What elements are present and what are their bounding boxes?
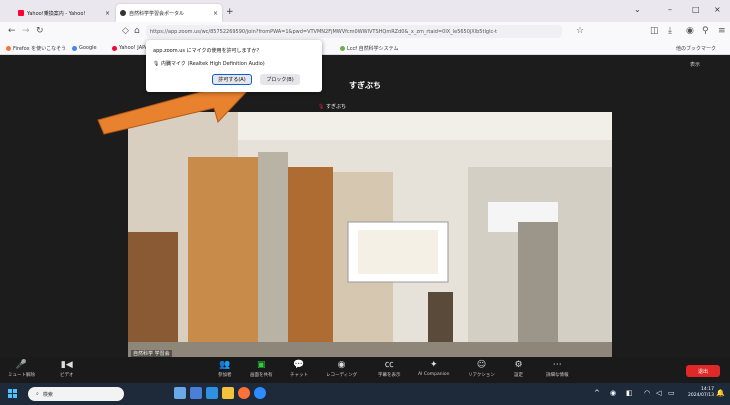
new-tab-icon[interactable]: + [226, 7, 234, 17]
record-button[interactable]: ◉ レコーディング [326, 359, 357, 378]
zoom-app-icon[interactable] [254, 387, 266, 399]
mic-icon: 🎙 [153, 61, 160, 67]
reactions-button[interactable]: ☺ リアクション [468, 359, 495, 378]
caption-button[interactable]: ㏄字幕を表示 [378, 359, 401, 378]
share-button[interactable]: ▣ 画面を共有 [250, 359, 273, 378]
other-bookmarks[interactable]: 他のブックマーク [676, 45, 716, 52]
close-icon[interactable]: × [102, 10, 110, 17]
close-icon[interactable]: × [210, 10, 218, 17]
apps-icon: ⚙ [514, 360, 523, 370]
widgets-icon[interactable] [174, 387, 186, 399]
reload-icon[interactable]: ↻ [36, 26, 44, 36]
close-window-icon[interactable]: × [714, 5, 721, 14]
maximize-icon[interactable]: □ [692, 5, 700, 14]
zoom-tray-icon[interactable]: ◉ [610, 389, 616, 397]
bookmarks-bar: Firefox を使いこなそう Google Yahoo! JAPAN Lccf… [0, 41, 730, 55]
ai-companion-button[interactable]: ✦ AI Companion [418, 359, 449, 377]
taskbar-search[interactable]: ⌕ 検索 [28, 387, 124, 401]
zoom-icon [120, 10, 126, 16]
volume-icon[interactable]: ◁ [656, 389, 661, 397]
participants-button[interactable]: 👥 参加者 [218, 359, 232, 378]
bookmark-item[interactable]: Firefox を使いこなそう [6, 45, 66, 52]
url-bar[interactable]: https://app.zoom.us/wc/85752269590/join?… [146, 25, 562, 38]
video-feed [128, 112, 612, 362]
download-icon[interactable]: ⤓ [668, 26, 672, 36]
meeting-toolbar: 🎤 ミュート解除 ▮◀ ビデオ 👥 参加者 ▣ 画面を共有 💬 チャット ◉ レコーディング… [0, 357, 730, 383]
task-view-icon[interactable] [190, 387, 202, 399]
mic-permission-dialog: app.zoom.us にマイクの使用を許可しますか？ 🎙 内臓マイク (Rea… [146, 40, 322, 92]
more-button[interactable]: ⋯ 詳細な情報 [546, 359, 569, 378]
mute-button[interactable]: 🎤 ミュート解除 [8, 359, 35, 378]
wifi-icon[interactable]: ◠ [644, 389, 650, 397]
tab-label: Yahoo!乗換案内 - Yahoo! [27, 10, 86, 17]
record-icon: ◉ [337, 360, 346, 370]
caption-icon: ㏄ [384, 360, 394, 370]
browser-tab-bar: Yahoo!乗換案内 - Yahoo! × 自然科学学習会ポータル × + ⌄ … [0, 0, 730, 22]
chat-button[interactable]: 💬 チャット [290, 359, 308, 378]
back-icon[interactable]: ← [8, 26, 16, 36]
share-icon: ▣ [256, 360, 266, 370]
menu-icon[interactable]: ≡ [718, 26, 726, 36]
url-text: https://app.zoom.us/wc/85752269590/join?… [150, 28, 497, 35]
ai-companion-icon: ✦ [429, 360, 438, 370]
lock-icon[interactable]: ⌂ [134, 26, 140, 36]
notification-bell-icon[interactable]: 🔔 [716, 389, 725, 397]
taskbar: ⌕ 検索 ^ ◉ ◧ ◠ ◁ ▭ 14:17 2024/07/13 🔔 [0, 383, 730, 405]
battery-icon[interactable]: ▭ [668, 389, 675, 397]
bookmark-star-icon[interactable]: ☆ [576, 26, 584, 36]
block-button[interactable]: ブロック(B) [260, 74, 300, 85]
search-icon: ⌕ [36, 391, 39, 397]
extensions-icon[interactable]: ⚲ [702, 26, 709, 36]
tab-yahoo[interactable]: Yahoo!乗換案内 - Yahoo! × [14, 4, 114, 22]
taskbar-clock[interactable]: 14:17 2024/07/13 [688, 387, 714, 399]
leave-button[interactable]: 退出 [686, 365, 720, 377]
room-video-image [128, 112, 612, 362]
mic-icon: 🎤 [15, 360, 28, 370]
app-tray-icon[interactable]: ◧ [626, 389, 633, 397]
dialog-title: app.zoom.us にマイクの使用を許可しますか？ [153, 48, 262, 54]
explorer-icon[interactable] [222, 387, 234, 399]
participants-icon: 👥 [219, 360, 231, 370]
edge-icon[interactable] [206, 387, 218, 399]
shield-icon[interactable]: ◇ [122, 26, 129, 36]
apps-button[interactable]: ⚙ 設定 [514, 359, 523, 378]
bookmark-item[interactable]: Lccf 自然科学システム [340, 45, 398, 52]
pocket-icon[interactable]: ◫ [650, 26, 659, 36]
mic-muted-icon: 🎙 [318, 104, 325, 110]
chat-icon: 💬 [293, 360, 305, 370]
chevron-up-icon[interactable]: ^ [594, 389, 600, 397]
yahoo-icon [18, 10, 24, 16]
video-icon: ▮◀ [60, 360, 73, 370]
windows-start-icon[interactable] [8, 389, 17, 398]
active-speaker-label: 🎙 すぎぶち [318, 104, 347, 110]
chevron-down-icon[interactable]: ⌄ [634, 5, 641, 14]
forward-icon[interactable]: → [22, 26, 30, 36]
mic-device-label: 🎙 内臓マイク (Realtek High Definition Audio) [153, 61, 265, 67]
tab-zoom[interactable]: 自然科学学習会ポータル × [116, 4, 222, 22]
bookmark-item[interactable]: Google [72, 45, 97, 51]
tab-label: 自然科学学習会ポータル [129, 10, 185, 17]
more-icon: ⋯ [552, 360, 562, 370]
account-icon[interactable]: ◉ [686, 26, 694, 36]
reactions-icon: ☺ [476, 360, 487, 370]
video-name-label: 自然科学 学習会 [131, 350, 172, 357]
view-button[interactable]: 表示 [690, 61, 700, 68]
allow-button[interactable]: 許可する(A) [212, 74, 252, 85]
video-button[interactable]: ▮◀ ビデオ [60, 359, 74, 378]
minimize-icon[interactable]: – [668, 5, 672, 14]
firefox-icon[interactable] [238, 387, 250, 399]
